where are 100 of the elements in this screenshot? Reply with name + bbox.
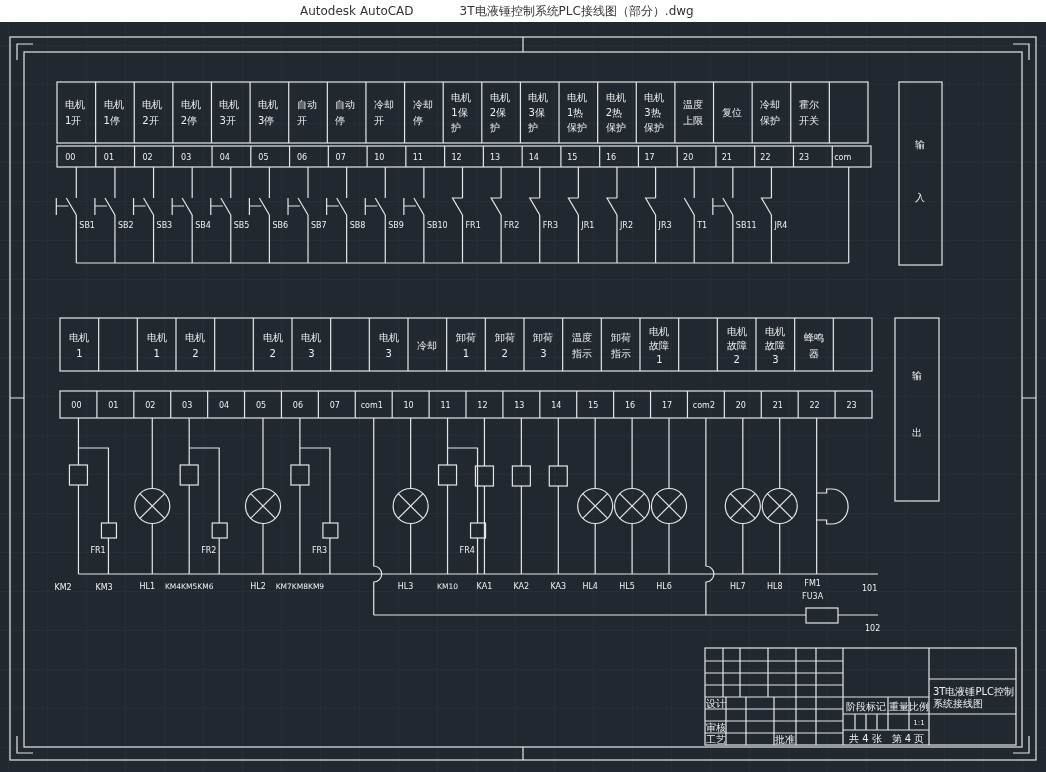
component-tag: KM2 <box>54 583 72 592</box>
terminal-address: 16 <box>625 401 636 410</box>
component-tag: FR1 <box>90 546 106 555</box>
output-description: 电机 2 <box>185 332 206 359</box>
output-description: 电机 3 <box>301 332 322 359</box>
component-tag: T1 <box>697 221 708 230</box>
component-tag: HL4 <box>582 582 598 591</box>
title-block-label: 批准 <box>775 734 795 745</box>
input-description: 电机 1热 保护 <box>567 92 588 133</box>
wire-number: 102 <box>865 624 881 633</box>
terminal-address: 11 <box>412 153 423 162</box>
terminal-address: 13 <box>490 153 501 162</box>
input-description: 霍尔 开关 <box>798 99 819 126</box>
terminal-address: 20 <box>683 153 694 162</box>
component-tag: SB1 <box>79 221 95 230</box>
sheet-count: 共 4 张 <box>849 733 882 744</box>
terminal-address: 12 <box>451 153 462 162</box>
side-label: 输 <box>915 139 925 150</box>
input-description: 自动 开 <box>296 99 317 126</box>
terminal-address: 00 <box>71 401 82 410</box>
component-tag: KA2 <box>513 582 530 591</box>
output-description: 电机 故障 1 <box>649 326 670 365</box>
terminal-address: com <box>834 153 852 162</box>
window-title: 3T电液锤控制系统PLC接线图（部分）.dwg <box>459 2 694 20</box>
component-tag: FR2 <box>504 221 520 230</box>
component-tag: KM3 <box>95 583 113 592</box>
output-description: 蜂鸣 器 <box>804 332 824 359</box>
title-block-label: 比例 <box>909 701 929 712</box>
component-tag: SB2 <box>117 221 134 230</box>
input-description: 冷却 保护 <box>760 99 781 126</box>
output-description: 冷却 <box>417 340 438 351</box>
terminal-address: com2 <box>692 401 715 410</box>
input-description: 复位 <box>721 107 742 118</box>
component-tag: HL2 <box>250 582 266 591</box>
component-tag: HL7 <box>730 582 746 591</box>
terminal-address: 22 <box>760 153 771 162</box>
output-description: 电机 1 <box>146 332 167 359</box>
component-tag: JR1 <box>581 221 595 230</box>
title-block-label: 工艺 <box>705 734 726 745</box>
input-description: 电机 2保 护 <box>489 92 510 133</box>
component-tag: SB8 <box>349 221 366 230</box>
output-description: 电机 故障 2 <box>726 326 747 365</box>
terminal-address: 17 <box>644 153 655 162</box>
terminal-address: 10 <box>403 401 414 410</box>
input-description: 冷却 停 <box>412 99 433 126</box>
wire-number: 101 <box>862 584 878 593</box>
terminal-address: com1 <box>360 401 383 410</box>
terminal-address: 14 <box>528 153 539 162</box>
component-tag: SB6 <box>272 221 289 230</box>
terminal-address: 05 <box>255 401 267 410</box>
component-tag: KA1 <box>476 582 493 591</box>
component-tag: SB3 <box>156 221 173 230</box>
terminal-address: 23 <box>846 401 857 410</box>
input-description: 电机 1开 <box>65 99 85 126</box>
component-tag: HL3 <box>397 582 414 591</box>
component-tag: SB9 <box>388 221 404 230</box>
terminal-address: 14 <box>551 401 562 410</box>
output-description: 卸荷 3 <box>533 332 554 359</box>
side-label: 出 <box>912 427 922 438</box>
terminal-address: 22 <box>809 401 820 410</box>
terminal-address: 07 <box>335 153 346 162</box>
title-block-label: 阶段标记 <box>845 701 886 712</box>
input-description: 电机 3开 <box>219 99 240 126</box>
terminal-address: 23 <box>799 153 810 162</box>
side-label: 入 <box>915 192 925 203</box>
terminal-address: 21 <box>721 153 732 162</box>
terminal-address: 01 <box>108 401 119 410</box>
title-block-label: 设计 <box>705 698 726 709</box>
output-description: 电机 故障 3 <box>765 326 786 365</box>
terminal-address: 03 <box>181 153 192 162</box>
terminal-address: 02 <box>142 153 153 162</box>
component-tag: FR2 <box>201 546 217 555</box>
output-description: 卸荷 指示 <box>610 332 631 359</box>
terminal-address: 05 <box>258 153 269 162</box>
terminal-address: 13 <box>514 401 525 410</box>
terminal-address: 20 <box>735 401 746 410</box>
component-tag: FM1 <box>804 579 821 588</box>
component-tag: HL6 <box>656 582 672 591</box>
terminal-address: 11 <box>440 401 451 410</box>
terminal-address: 06 <box>292 401 303 410</box>
component-tag: JR4 <box>774 221 788 230</box>
terminal-address: 12 <box>477 401 488 410</box>
terminal-address: 07 <box>329 401 340 410</box>
title-block-label: 重量 <box>888 701 909 712</box>
terminal-address: 02 <box>145 401 156 410</box>
output-description: 温度 指示 <box>572 332 592 359</box>
input-description: 电机 1停 <box>103 99 124 126</box>
input-description: 电机 3热 保护 <box>644 92 665 133</box>
drawing-name: 3T电液锤PLC控制系统接线图 <box>933 686 1015 709</box>
terminal-address: 04 <box>219 153 230 162</box>
input-description: 电机 2停 <box>180 99 201 126</box>
terminal-address: 10 <box>374 153 385 162</box>
terminal-address: 15 <box>588 401 599 410</box>
title-block-label: 审核 <box>705 722 726 733</box>
terminal-address: 17 <box>661 401 673 410</box>
input-description: 自动 停 <box>335 99 356 126</box>
input-description: 电机 2开 <box>142 99 163 126</box>
terminal-address: 03 <box>182 401 193 410</box>
output-description: 电机 3 <box>378 332 399 359</box>
side-label: 输 <box>912 370 922 381</box>
